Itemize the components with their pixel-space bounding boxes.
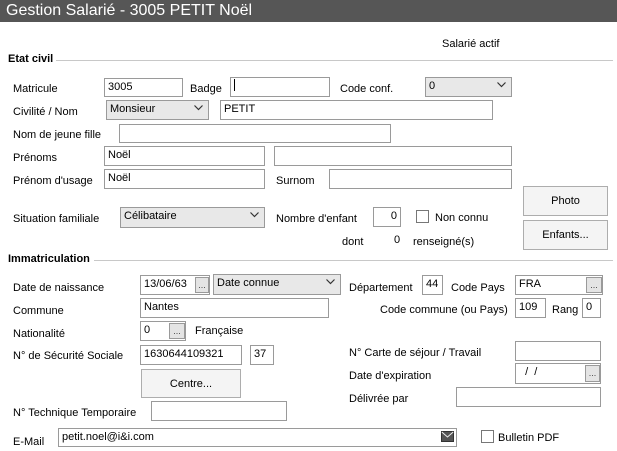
code-pays-label: Code Pays	[451, 282, 505, 294]
rang-value: 0	[586, 301, 593, 313]
nom-value: PETIT	[224, 103, 256, 115]
commune-input[interactable]: Nantes	[140, 298, 329, 318]
date-precision-value: Date connue	[217, 277, 280, 289]
commune-label: Commune	[13, 305, 64, 317]
nom-jeune-fille-input[interactable]	[119, 124, 391, 143]
carte-sejour-input[interactable]	[515, 341, 601, 361]
departement-value: 44	[426, 278, 439, 290]
prenoms-label: Prénoms	[13, 152, 58, 164]
code-conf-value: 0	[429, 80, 436, 92]
situation-familiale-label: Situation familiale	[13, 213, 100, 225]
rang-input[interactable]: 0	[582, 298, 601, 318]
badge-input[interactable]	[230, 77, 330, 97]
civilite-select[interactable]: Monsieur	[106, 100, 209, 120]
nationalite-name: Française	[195, 325, 244, 337]
nombre-enfant-label: Nombre d'enfant	[276, 213, 357, 225]
securite-sociale-value: 1630644109321	[144, 348, 224, 360]
nom-jeune-fille-label: Nom de jeune fille	[13, 129, 102, 141]
securite-sociale-label: N° de Sécurité Sociale	[13, 350, 124, 362]
nom-input[interactable]: PETIT	[220, 100, 493, 120]
commune-value: Nantes	[144, 301, 179, 313]
date-naissance-label: Date de naissance	[13, 282, 105, 294]
nombre-enfant-input[interactable]: 0	[373, 207, 401, 227]
technique-temporaire-input[interactable]	[151, 401, 287, 421]
civilite-value: Monsieur	[110, 103, 156, 115]
civilite-label: Civilité / Nom	[13, 106, 78, 118]
code-commune-input[interactable]: 109	[515, 298, 546, 318]
email-label: E-Mail	[13, 436, 45, 448]
surnom-label: Surnom	[276, 175, 315, 187]
section-divider	[56, 60, 613, 61]
window-title: Gestion Salarié - 3005 PETIT Noël	[6, 2, 253, 19]
prenom-usage-label: Prénom d'usage	[13, 175, 93, 187]
non-connu-checkbox[interactable]	[416, 210, 429, 223]
chevron-down-icon	[326, 279, 335, 285]
nationalite-lookup-button[interactable]: ...	[169, 323, 185, 339]
nombre-enfant-value: 0	[390, 210, 397, 222]
code-commune-value: 109	[519, 301, 538, 313]
code-pays-value: FRA	[519, 278, 541, 290]
dont-label: dont	[342, 236, 364, 248]
bulletin-pdf-checkbox[interactable]	[481, 430, 494, 443]
prenoms-input[interactable]: Noël	[104, 146, 265, 166]
dont-value: 0	[394, 234, 401, 246]
date-precision-select[interactable]: Date connue	[213, 274, 341, 295]
email-input[interactable]: petit.noel@i&i.com	[58, 428, 457, 447]
status-text: Salarié actif	[442, 38, 500, 50]
section-title-etat-civil: Etat civil	[8, 53, 54, 65]
nationalite-label: Nationalité	[13, 328, 65, 340]
non-connu-label: Non connu	[435, 212, 489, 224]
chevron-down-icon	[250, 212, 259, 218]
enfants-button[interactable]: Enfants...	[523, 220, 608, 250]
delivree-par-input[interactable]	[456, 387, 601, 407]
situation-familiale-value: Célibataire	[124, 210, 177, 222]
departement-label: Département	[349, 282, 413, 294]
code-conf-select[interactable]: 0	[425, 77, 512, 97]
badge-label: Badge	[190, 83, 222, 95]
text-cursor	[234, 79, 235, 92]
code-commune-label: Code commune (ou Pays)	[380, 304, 508, 316]
title-bar: Gestion Salarié - 3005 PETIT Noël	[0, 0, 617, 22]
date-expiration-value: / /	[519, 366, 538, 378]
envelope-icon[interactable]	[441, 431, 455, 444]
matricule-label: Matricule	[13, 83, 58, 95]
ellipsis-icon: ...	[198, 280, 206, 290]
situation-familiale-select[interactable]: Célibataire	[120, 207, 265, 228]
technique-temporaire-label: N° Technique Temporaire	[13, 407, 137, 419]
matricule-input[interactable]: 3005	[104, 78, 183, 97]
surnom-input[interactable]	[329, 169, 512, 189]
bulletin-pdf-label: Bulletin PDF	[498, 432, 560, 444]
section-divider	[94, 260, 613, 261]
chevron-down-icon	[497, 82, 506, 88]
section-title-immatriculation: Immatriculation	[8, 253, 90, 265]
date-expiration-picker-button[interactable]: ...	[585, 365, 600, 382]
matricule-value: 3005	[108, 81, 133, 93]
prenom-usage-input[interactable]: Noël	[104, 169, 265, 189]
date-naissance-value: 13/06/63	[144, 278, 187, 290]
email-value: petit.noel@i&i.com	[62, 431, 154, 443]
departement-input[interactable]: 44	[422, 275, 443, 295]
prenom-usage-value: Noël	[108, 172, 131, 184]
delivree-par-label: Délivrée par	[349, 393, 409, 405]
nationalite-value: 0	[144, 324, 151, 336]
ellipsis-icon: ...	[588, 368, 597, 378]
securite-sociale-input[interactable]: 1630644109321	[140, 345, 242, 365]
ellipsis-icon: ...	[590, 280, 598, 290]
rang-label: Rang	[552, 304, 579, 316]
centre-button[interactable]: Centre...	[141, 369, 241, 398]
chevron-down-icon	[194, 105, 203, 111]
photo-button[interactable]: Photo	[523, 186, 608, 216]
securite-sociale-cle-value: 37	[254, 348, 267, 360]
date-expiration-label: Date d'expiration	[349, 370, 432, 382]
prenoms-input-2[interactable]	[274, 146, 512, 166]
carte-sejour-label: N° Carte de séjour / Travail	[349, 347, 482, 359]
code-pays-lookup-button[interactable]: ...	[586, 277, 602, 293]
prenoms-value: Noël	[108, 149, 131, 161]
renseignes-label: renseigné(s)	[413, 236, 475, 248]
code-conf-label: Code conf.	[340, 83, 394, 95]
ellipsis-icon: ...	[173, 326, 181, 336]
date-naissance-picker-button[interactable]: ...	[195, 277, 209, 293]
securite-sociale-cle-input[interactable]: 37	[250, 345, 274, 365]
